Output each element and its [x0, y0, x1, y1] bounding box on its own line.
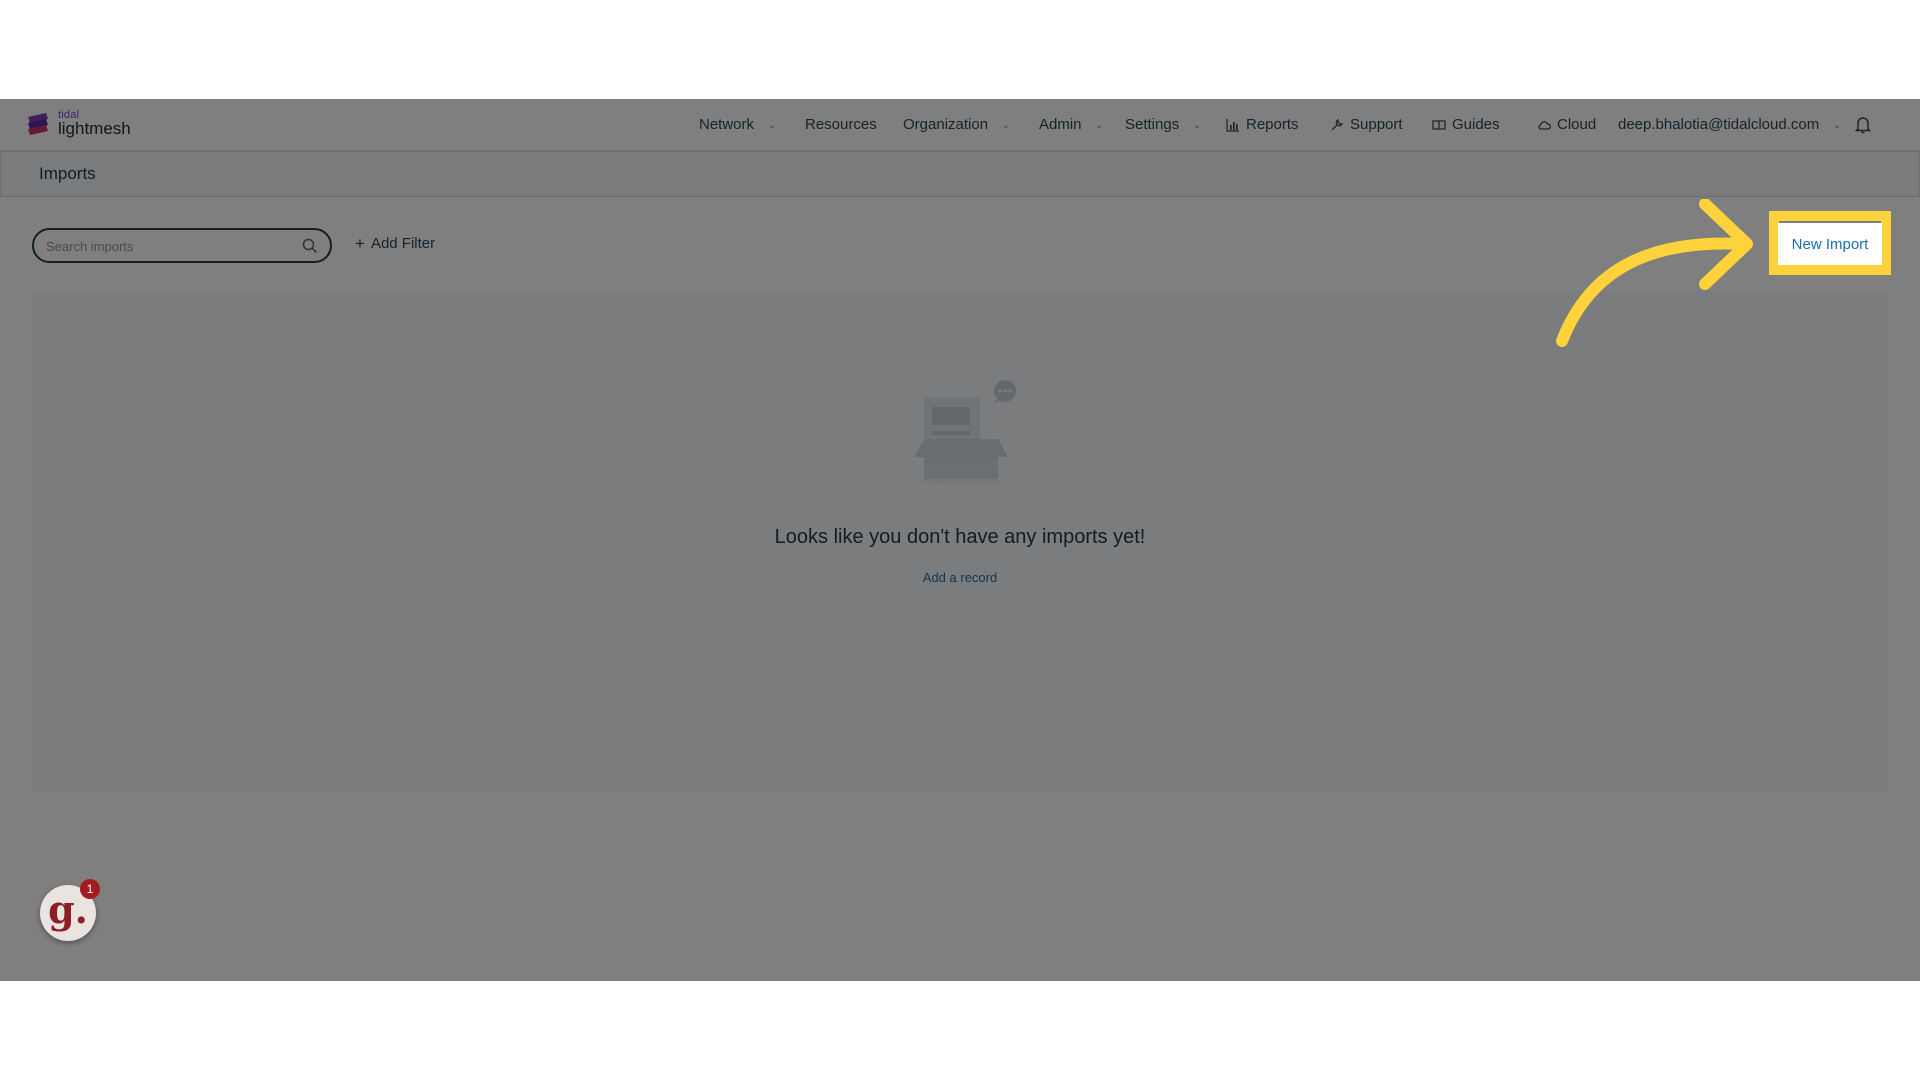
nav-cloud[interactable]: Cloud	[1537, 116, 1596, 133]
search-box[interactable]	[32, 228, 332, 263]
notification-badge: 1	[80, 879, 100, 899]
add-record-link[interactable]: Add a record	[0, 570, 1920, 585]
nav-support[interactable]: Support	[1330, 116, 1403, 133]
nav-support-label: Support	[1350, 116, 1403, 133]
book-icon	[1432, 119, 1446, 130]
page-title: Imports	[39, 164, 96, 183]
top-navigation: tidal lightmesh Network ⌄ Resources Organ…	[0, 99, 1920, 151]
new-import-button[interactable]: New Import	[1778, 223, 1882, 265]
search-icon[interactable]	[302, 238, 318, 254]
nav-resources-label: Resources	[805, 116, 877, 133]
bar-chart-icon	[1226, 118, 1239, 132]
nav-cloud-label: Cloud	[1557, 116, 1597, 133]
chevron-down-icon: ⌄	[1095, 120, 1104, 130]
user-email: deep.bhalotia@tidalcloud.com	[1618, 116, 1820, 133]
nav-reports-label: Reports	[1246, 116, 1299, 133]
nav-network[interactable]: Network ⌄	[699, 116, 776, 133]
nav-reports[interactable]: Reports	[1226, 116, 1299, 133]
nav-settings[interactable]: Settings ⌄	[1125, 116, 1201, 133]
cloud-icon	[1538, 120, 1551, 130]
brand-name: lightmesh	[58, 119, 131, 138]
chevron-down-icon: ⌄	[1833, 120, 1841, 130]
lightmesh-logo-icon	[28, 113, 48, 135]
nav-guides-label: Guides	[1452, 116, 1500, 133]
empty-inbox-icon	[914, 380, 1016, 485]
search-input[interactable]	[46, 237, 296, 255]
nav-network-label: Network	[699, 116, 755, 133]
nav-settings-label: Settings	[1125, 116, 1180, 133]
nav-admin-label: Admin	[1039, 116, 1082, 133]
nav-resources[interactable]: Resources	[805, 116, 877, 133]
nav-organization[interactable]: Organization ⌄	[903, 116, 1010, 133]
page-header: Imports	[0, 151, 1920, 197]
app-window: tidal lightmesh Network ⌄ Resources Organ…	[0, 99, 1920, 981]
guide-widget-button[interactable]: g. 1	[40, 879, 100, 941]
add-filter-label: Add Filter	[370, 235, 436, 252]
nav-admin[interactable]: Admin ⌄	[1039, 116, 1103, 133]
wrench-icon	[1331, 118, 1344, 130]
nav-guides[interactable]: Guides	[1432, 116, 1500, 133]
bell-icon[interactable]	[1854, 115, 1872, 135]
nav-organization-label: Organization	[903, 116, 989, 133]
chevron-down-icon: ⌄	[1193, 120, 1201, 130]
user-menu[interactable]: deep.bhalotia@tidalcloud.com ⌄	[1618, 116, 1841, 133]
chevron-down-icon: ⌄	[768, 120, 776, 130]
plus-icon: +	[355, 234, 365, 253]
empty-state-title: Looks like you don't have any imports ye…	[774, 526, 1146, 548]
add-filter-button[interactable]: + Add Filter	[355, 235, 435, 252]
chevron-down-icon: ⌄	[1002, 120, 1010, 130]
